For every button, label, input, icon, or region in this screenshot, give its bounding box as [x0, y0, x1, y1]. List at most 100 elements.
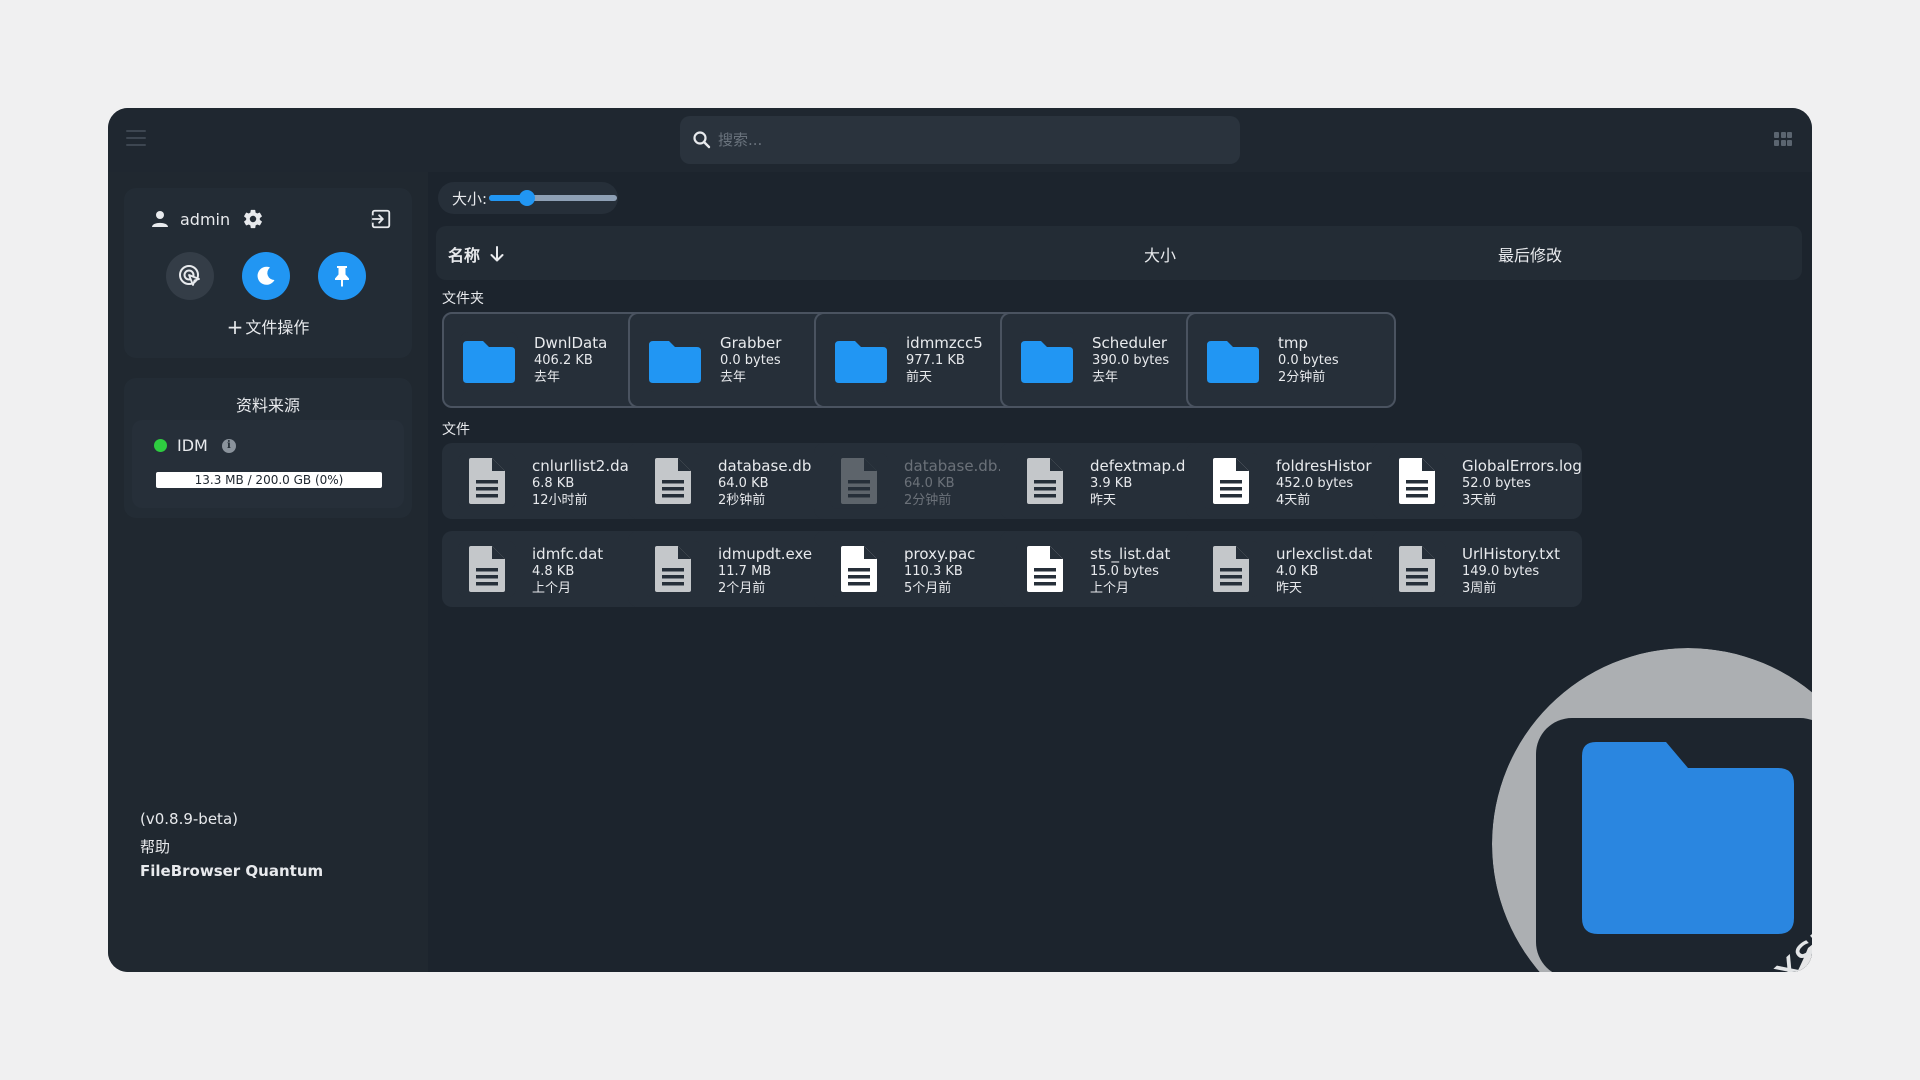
file-operations-label: 文件操作 [245, 318, 310, 337]
file-size: 3.9 KB [1090, 476, 1133, 491]
sort-by-size[interactable]: 大小 [1144, 242, 1176, 266]
file-size: 110.3 KB [904, 564, 963, 579]
menu-icon[interactable] [126, 130, 146, 146]
user-row: admin [150, 208, 264, 230]
plus-icon: + [226, 315, 244, 339]
file-item[interactable]: proxy.pac 110.3 KB 5个月前 [814, 531, 1024, 607]
pin-button[interactable] [318, 252, 366, 300]
sort-by-name[interactable]: 名称 [448, 242, 506, 266]
view-grid-icon[interactable] [1774, 132, 1792, 146]
file-item[interactable]: cnlurllist2.dat 6.8 KB 12小时前 [442, 443, 652, 519]
user-card: admin + 文件操作 [124, 188, 412, 358]
user-icon [152, 211, 168, 227]
file-operations-button[interactable]: + 文件操作 [124, 314, 412, 339]
sidebar: admin + 文件操作 资料来源 IDM i 13.3 MB / 200.0 … [108, 172, 428, 972]
folder-name: idmmzcc5 [906, 334, 983, 352]
file-item[interactable]: foldresHistory... 452.0 bytes 4天前 [1186, 443, 1396, 519]
version-label: (v0.8.9-beta) [140, 810, 238, 828]
document-icon [1027, 458, 1063, 504]
folder-item[interactable]: tmp 0.0 bytes 2分钟前 [1186, 312, 1396, 408]
folder-name: Scheduler [1092, 334, 1168, 352]
touch-select-icon [179, 265, 200, 286]
file-name: urlexclist.dat [1276, 545, 1374, 563]
file-name: cnlurllist2.dat [532, 457, 635, 475]
file-name: sts_list.dat [1090, 545, 1171, 563]
file-name: database.db [718, 457, 812, 475]
username[interactable]: admin [180, 210, 230, 229]
source-item[interactable]: IDM i 13.3 MB / 200.0 GB (0%) [132, 420, 404, 508]
logout-icon[interactable] [370, 208, 392, 230]
folder-name: Grabber [720, 334, 782, 352]
folder-icon [463, 341, 515, 383]
folder-date: 去年 [534, 370, 561, 385]
sources-title: 资料来源 [235, 396, 300, 415]
gear-icon[interactable] [242, 208, 264, 230]
info-icon[interactable]: i [221, 438, 236, 453]
document-icon [655, 458, 691, 504]
folder-item[interactable]: Scheduler 390.0 bytes 去年 [1000, 312, 1210, 408]
folder-size: 0.0 bytes [720, 353, 781, 368]
file-item[interactable]: sts_list.dat 15.0 bytes 上个月 [1000, 531, 1210, 607]
folder-date: 去年 [1092, 370, 1119, 385]
document-icon [841, 546, 877, 592]
file-size: 11.7 MB [718, 564, 772, 579]
folder-item[interactable]: DwnlData 406.2 KB 去年 [442, 312, 652, 408]
file-item[interactable]: database.db 64.0 KB 2秒钟前 [628, 443, 838, 519]
file-item[interactable]: defextmap.dat 3.9 KB 昨天 [1000, 443, 1210, 519]
sort-by-modified[interactable]: 最后修改 [1498, 242, 1562, 266]
app-name-link[interactable]: FileBrowser Quantum [140, 862, 323, 880]
folder-name: DwnlData [534, 334, 608, 352]
file-item[interactable]: GlobalErrors.log 52.0 bytes 3天前 [1372, 443, 1582, 519]
file-size: 15.0 bytes [1090, 564, 1159, 579]
file-listing: 大小: 名称 大小 最后修改 文件夹 DwnlData 406.2 KB 去年 … [428, 172, 1812, 972]
file-item[interactable]: idmupdt.exe 11.7 MB 2个月前 [628, 531, 838, 607]
file-item[interactable]: idmfc.dat 4.8 KB 上个月 [442, 531, 652, 607]
size-slider[interactable] [489, 190, 618, 206]
file-date: 2个月前 [718, 581, 766, 596]
sources-card: 资料来源 IDM i 13.3 MB / 200.0 GB (0%) [124, 378, 412, 518]
size-label: 大小: [452, 189, 488, 208]
file-item[interactable]: urlexclist.dat 4.0 KB 昨天 [1186, 531, 1396, 607]
file-name: idmfc.dat [532, 545, 604, 563]
folder-date: 去年 [720, 370, 747, 385]
pin-icon [335, 266, 349, 287]
file-size: 6.8 KB [532, 476, 575, 491]
file-date: 5个月前 [904, 581, 952, 596]
file-size: 64.0 KB [718, 476, 769, 491]
folder-item[interactable]: Grabber 0.0 bytes 去年 [628, 312, 838, 408]
folder-icon [649, 341, 701, 383]
file-size: 52.0 bytes [1462, 476, 1531, 491]
search-icon [693, 131, 711, 149]
document-icon [1399, 546, 1435, 592]
file-date: 3天前 [1462, 493, 1497, 508]
folder-item[interactable]: idmmzcc5 977.1 KB 前天 [814, 312, 1024, 408]
folders-section-label: 文件夹 [442, 291, 484, 307]
file-item[interactable]: database.db.b... 64.0 KB 2分钟前 [814, 443, 1026, 519]
file-name: UrlHistory.txt [1462, 545, 1560, 563]
folder-size: 390.0 bytes [1092, 353, 1170, 368]
document-icon [841, 458, 877, 504]
file-name: proxy.pac [904, 545, 976, 563]
slider-thumb[interactable] [519, 190, 536, 206]
dark-mode-button[interactable] [242, 252, 290, 300]
app-window: admin [108, 108, 1812, 972]
moon-icon [257, 266, 275, 285]
folder-date: 2分钟前 [1278, 370, 1326, 385]
file-item[interactable]: UrlHistory.txt 149.0 bytes 3周前 [1372, 531, 1582, 607]
select-mode-button[interactable] [166, 252, 214, 300]
file-size: 149.0 bytes [1462, 564, 1540, 579]
storage-usage-bar: 13.3 MB / 200.0 GB (0%) [156, 472, 382, 488]
folder-icon [1021, 341, 1073, 383]
document-icon [469, 546, 505, 592]
file-date: 上个月 [532, 581, 572, 596]
file-name: defextmap.dat [1090, 457, 1201, 475]
document-icon [1213, 458, 1249, 504]
file-date: 昨天 [1090, 493, 1117, 508]
file-date: 昨天 [1276, 581, 1303, 596]
search-input[interactable] [718, 131, 1198, 149]
document-icon [469, 458, 505, 504]
search-box[interactable] [680, 116, 1240, 164]
file-date: 12小时前 [532, 493, 588, 508]
help-link[interactable]: 帮助 [140, 836, 170, 857]
files-section-label: 文件 [442, 422, 470, 438]
